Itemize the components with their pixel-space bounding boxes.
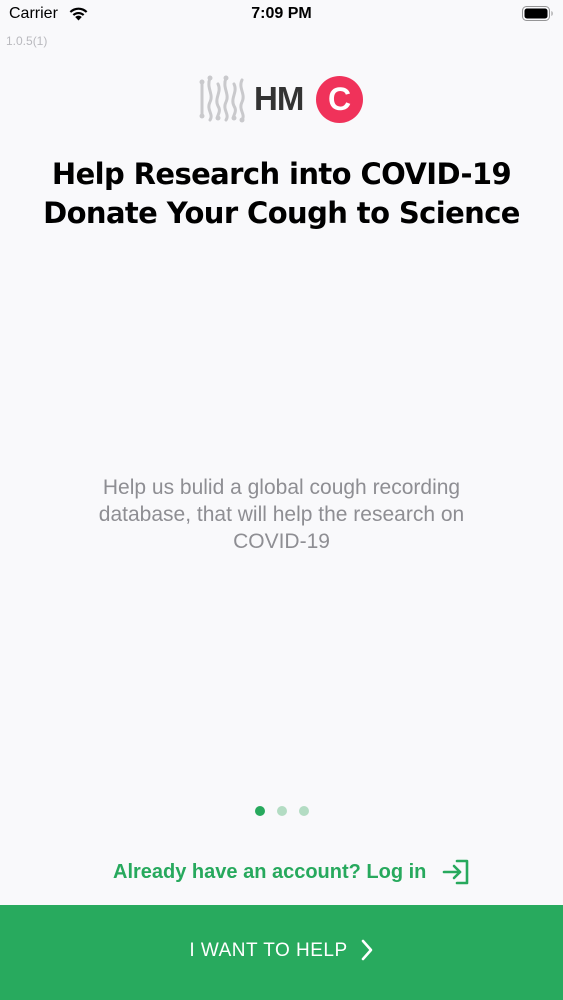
onboarding-description: Help us bulid a global cough recording d… [98, 476, 465, 553]
login-link[interactable]: Already have an account? Log in [113, 857, 470, 887]
status-time: 7:09 PM [251, 5, 312, 22]
cta-button-label: I WANT TO HELP [189, 940, 348, 961]
app-logo: HM C [198, 74, 366, 124]
app-version: 1.0.5(1) [6, 34, 48, 48]
headline-line-1: Help Research into COVID-19 [51, 157, 512, 191]
chevron-right-icon [361, 939, 372, 961]
headline-line-2: Donate Your Cough to Science [43, 196, 520, 230]
logo-wordmark: HM [254, 80, 304, 117]
status-bar: Carrier 7:09 PM [0, 0, 563, 30]
page-dot-2[interactable] [276, 806, 287, 816]
page-dot-1[interactable] [254, 806, 265, 816]
page-dot-3[interactable] [298, 806, 309, 816]
battery-icon [522, 6, 553, 21]
login-arrow-icon [443, 859, 469, 885]
page-indicator[interactable] [0, 806, 563, 816]
logo-badge-letter: C [327, 81, 352, 117]
login-link-label: Already have an account? Log in [113, 860, 427, 883]
page-title: Help Research into COVID-19 Donate Your … [0, 155, 563, 233]
i-want-to-help-button[interactable]: I WANT TO HELP [0, 905, 563, 1000]
onboarding-screen: Carrier 7:09 PM 1.0.5(1) HM C Help Resea… [0, 0, 563, 1000]
waveform-logo-icon [199, 75, 245, 123]
logo-badge: C [316, 76, 363, 123]
